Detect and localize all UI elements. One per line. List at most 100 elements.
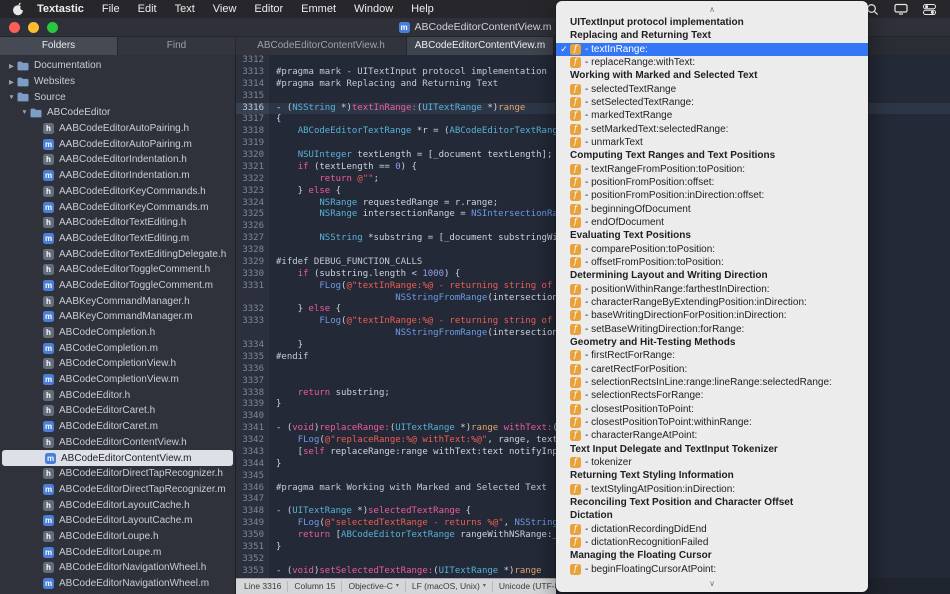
file-item-abcodeeditorlayoutcache-m[interactable]: m ABCodeEditorLayoutCache.m	[0, 513, 235, 529]
file-item-abcodeeditorcontentview-h[interactable]: h ABCodeEditorContentView.h	[0, 435, 235, 451]
zoom-button[interactable]	[47, 21, 58, 33]
file-item-aabcodeeditorindentation-m[interactable]: m AABCodeEditorIndentation.m	[0, 168, 235, 184]
tab-folders[interactable]: Folders	[0, 37, 118, 55]
editor-tab-header-file[interactable]: ABCodeEditorContentView.h	[236, 37, 407, 55]
editor-tab-implementation-file[interactable]: ABCodeEditorContentView.m	[407, 37, 554, 55]
symbol-method-dictationrecognitionfailed[interactable]: f - dictationRecognitionFailed	[556, 536, 868, 549]
symbol-method-caretrectforposition[interactable]: f - caretRectForPosition:	[556, 363, 868, 376]
scroll-down-icon[interactable]: ∨	[556, 577, 868, 590]
file-item-aabcodeeditorautopairing-m[interactable]: m AABCodeEditorAutoPairing.m	[0, 136, 235, 152]
file-item-aabcodeeditortextediting-m[interactable]: m AABCodeEditorTextEditing.m	[0, 231, 235, 247]
symbol-method-positionfromposition-offset[interactable]: f - positionFromPosition:offset:	[556, 176, 868, 189]
symbol-label: - selectionRectsInLine:range:lineRange:s…	[585, 377, 832, 389]
symbol-method-selectionrectsinline-range-linerange-selectedrange[interactable]: f - selectionRectsInLine:range:lineRange:…	[556, 376, 868, 389]
symbol-method-endofdocument[interactable]: f - endOfDocument	[556, 216, 868, 229]
menu-edit[interactable]: Edit	[129, 0, 166, 18]
folder-item-documentation[interactable]: ▶ Documentation	[0, 58, 235, 74]
display-icon[interactable]	[894, 3, 908, 15]
symbol-method-beginfloatingcursoratpoint[interactable]: f - beginFloatingCursorAtPoint:	[556, 562, 868, 575]
symbol-method-characterrangebyextendingposition-indirection[interactable]: f - characterRangeByExtendingPosition:inD…	[556, 296, 868, 309]
symbol-method-setbasewritingdirection-forrange[interactable]: f - setBaseWritingDirection:forRange:	[556, 323, 868, 336]
file-item-aabcodeeditortextediting-h[interactable]: h AABCodeEditorTextEditing.h	[0, 215, 235, 231]
symbol-method-positionfromposition-indirection-offset[interactable]: f - positionFromPosition:inDirection:offs…	[556, 189, 868, 202]
symbol-method-textinrange[interactable]: ✓ f - textInRange:	[556, 42, 868, 56]
line-number: 3331	[236, 280, 269, 293]
method-icon: f	[570, 163, 581, 175]
file-item-aabkeycommandmanager-h[interactable]: h AABKeyCommandManager.h	[0, 293, 235, 309]
menu-textastic[interactable]: Textastic	[28, 0, 93, 18]
disclosure-collapsed-icon[interactable]: ▶	[6, 62, 17, 70]
syntax-mode-selector[interactable]: Objective-C ▾	[342, 581, 406, 592]
file-item-aabcodeeditorkeycommands-h[interactable]: h AABCodeEditorKeyCommands.h	[0, 184, 235, 200]
line-number: 3343	[236, 446, 269, 459]
minimize-button[interactable]	[28, 21, 39, 33]
file-item-abcodeeditor-h[interactable]: h ABCodeEditor.h	[0, 387, 235, 403]
apple-menu-icon[interactable]	[12, 2, 24, 16]
file-item-abcodeeditorloupe-h[interactable]: h ABCodeEditorLoupe.h	[0, 529, 235, 545]
menu-help[interactable]: Help	[402, 0, 443, 18]
file-type-h-icon: h	[43, 405, 54, 417]
symbol-method-selectionrectsforrange[interactable]: f - selectionRectsForRange:	[556, 389, 868, 402]
menu-view[interactable]: View	[204, 0, 246, 18]
symbol-method-closestpositiontopoint[interactable]: f - closestPositionToPoint:	[556, 403, 868, 416]
folder-item-abcodeeditor[interactable]: ▼ ABCodeEditor	[0, 105, 235, 121]
symbol-method-textrangefromposition-toposition[interactable]: f - textRangeFromPosition:toPosition:	[556, 163, 868, 176]
close-button[interactable]	[9, 21, 20, 33]
line-number: 3351	[236, 541, 269, 554]
symbol-method-textstylingatposition-indirection[interactable]: f - textStylingAtPosition:inDirection:	[556, 482, 868, 495]
disclosure-expanded-icon[interactable]: ▼	[19, 109, 30, 116]
file-item-abcodecompletionview-m[interactable]: m ABCodeCompletionView.m	[0, 372, 235, 388]
method-icon: f	[570, 83, 581, 95]
symbol-method-markedtextrange[interactable]: f - markedTextRange	[556, 109, 868, 122]
file-item-abcodeeditordirecttaprecognizer-h[interactable]: h ABCodeEditorDirectTapRecognizer.h	[0, 466, 235, 482]
file-item-abcodeeditorloupe-m[interactable]: m ABCodeEditorLoupe.m	[0, 544, 235, 560]
code-text: NSStringFromRange(intersectionRange))	[395, 328, 596, 339]
file-item-aabcodeeditortexteditingdelegate-h[interactable]: h AABCodeEditorTextEditingDelegate.h	[0, 246, 235, 262]
symbol-method-setmarkedtext-selectedrange[interactable]: f - setMarkedText:selectedRange:	[556, 123, 868, 136]
menu-editor[interactable]: Editor	[245, 0, 292, 18]
symbol-method-unmarktext[interactable]: f - unmarkText	[556, 136, 868, 149]
file-item-abcodecompletionview-h[interactable]: h ABCodeCompletionView.h	[0, 356, 235, 372]
symbol-method-replacerange-withtext[interactable]: f - replaceRange:withText:	[556, 56, 868, 69]
symbol-method-offsetfromposition-toposition[interactable]: f - offsetFromPosition:toPosition:	[556, 256, 868, 269]
file-item-aabcodeeditorkeycommands-m[interactable]: m AABCodeEditorKeyCommands.m	[0, 199, 235, 215]
symbol-method-characterrangeatpoint[interactable]: f - characterRangeAtPoint:	[556, 429, 868, 442]
file-item-abcodeeditorcaret-m[interactable]: m ABCodeEditorCaret.m	[0, 419, 235, 435]
menu-file[interactable]: File	[93, 0, 129, 18]
file-item-aabkeycommandmanager-m[interactable]: m AABKeyCommandManager.m	[0, 309, 235, 325]
scroll-up-icon[interactable]: ∧	[556, 3, 868, 16]
symbol-method-firstrectforrange[interactable]: f - firstRectForRange:	[556, 349, 868, 362]
file-item-abcodeeditornavigationwheel-h[interactable]: h ABCodeEditorNavigationWheel.h	[0, 560, 235, 576]
file-item-abcodecompletion-m[interactable]: m ABCodeCompletion.m	[0, 340, 235, 356]
symbol-method-closestpositiontopoint-withinrange[interactable]: f - closestPositionToPoint:withinRange:	[556, 416, 868, 429]
file-item-abcodeeditornavigationwheel-m[interactable]: m ABCodeEditorNavigationWheel.m	[0, 576, 235, 592]
line-ending-selector[interactable]: LF (macOS, Unix) ▾	[406, 581, 493, 592]
file-item-abcodeeditorlayoutcache-h[interactable]: h ABCodeEditorLayoutCache.h	[0, 497, 235, 513]
folder-item-websites[interactable]: ▶ Websites	[0, 74, 235, 90]
file-item-abcodecompletion-h[interactable]: h ABCodeCompletion.h	[0, 325, 235, 341]
folder-item-source[interactable]: ▼ Source	[0, 89, 235, 105]
file-item-abcodeeditordirecttaprecognizer-m[interactable]: m ABCodeEditorDirectTapRecognizer.m	[0, 482, 235, 498]
symbol-method-tokenizer[interactable]: f - tokenizer	[556, 456, 868, 469]
file-item-aabcodeeditortogglecomment-m[interactable]: m AABCodeEditorToggleComment.m	[0, 278, 235, 294]
control-center-icon[interactable]	[923, 3, 936, 16]
disclosure-collapsed-icon[interactable]: ▶	[6, 78, 17, 86]
menu-emmet[interactable]: Emmet	[292, 0, 345, 18]
file-item-abcodeeditorcontentview-m[interactable]: m ABCodeEditorContentView.m	[2, 450, 233, 466]
file-item-aabcodeeditorautopairing-h[interactable]: h AABCodeEditorAutoPairing.h	[0, 121, 235, 137]
menu-window[interactable]: Window	[345, 0, 402, 18]
symbol-method-dictationrecordingdidend[interactable]: f - dictationRecordingDidEnd	[556, 522, 868, 535]
file-item-abcodeeditorcaret-h[interactable]: h ABCodeEditorCaret.h	[0, 403, 235, 419]
symbol-method-beginningofdocument[interactable]: f - beginningOfDocument	[556, 203, 868, 216]
tab-find[interactable]: Find	[118, 37, 236, 55]
disclosure-expanded-icon[interactable]: ▼	[6, 94, 17, 101]
file-item-aabcodeeditorindentation-h[interactable]: h AABCodeEditorIndentation.h	[0, 152, 235, 168]
symbol-method-compareposition-toposition[interactable]: f - comparePosition:toPosition:	[556, 243, 868, 256]
symbol-method-selectedtextrange[interactable]: f - selectedTextRange	[556, 83, 868, 96]
method-icon: f	[570, 57, 581, 69]
menu-text[interactable]: Text	[166, 0, 204, 18]
symbol-method-setselectedtextrange[interactable]: f - setSelectedTextRange:	[556, 96, 868, 109]
file-item-aabcodeeditortogglecomment-h[interactable]: h AABCodeEditorToggleComment.h	[0, 262, 235, 278]
symbol-method-basewritingdirectionforposition-indirection[interactable]: f - baseWritingDirectionForPosition:inDir…	[556, 309, 868, 322]
symbol-method-positionwithinrange-farthestindirection[interactable]: f - positionWithinRange:farthestInDirecti…	[556, 283, 868, 296]
